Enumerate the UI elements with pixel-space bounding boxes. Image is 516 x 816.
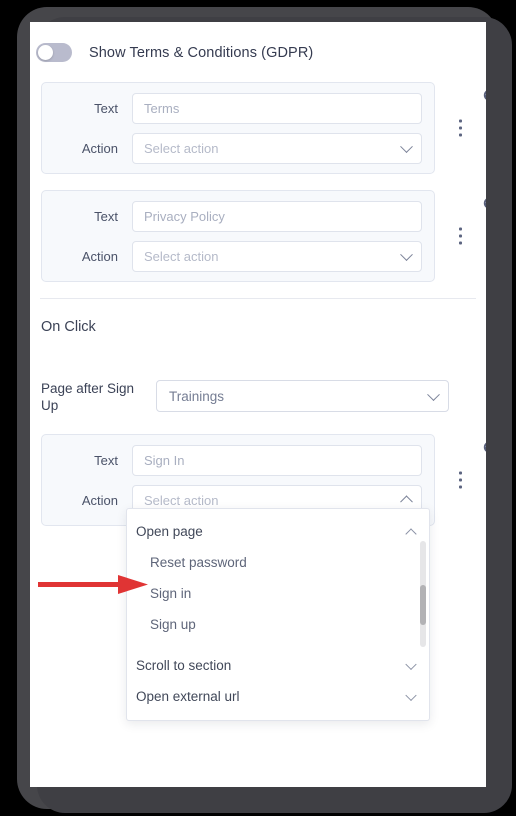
action-select[interactable]: Select action [132, 240, 422, 272]
action-select-value: Select action [144, 248, 219, 264]
screenshot-root: Show Terms & Conditions (GDPR) Text Term… [0, 0, 516, 816]
action-label: Action [81, 248, 118, 264]
dropdown-spacer [127, 640, 429, 650]
dropdown-group-scroll-to-section[interactable]: Scroll to section [127, 650, 429, 681]
dropdown-item-label: Scroll to section [136, 658, 232, 673]
card-menu-button[interactable] [453, 227, 467, 245]
on-click-title: On Click [41, 319, 96, 335]
dropdown-item-sign-in[interactable]: Sign in [127, 578, 429, 609]
action-label: Action [81, 140, 118, 156]
dropdown-item-label: Sign in [150, 586, 192, 601]
chevron-down-icon [405, 658, 417, 670]
dropdown-scrollbar-thumb[interactable] [420, 585, 426, 625]
palette-icon[interactable] [482, 439, 486, 457]
chevron-down-icon [400, 140, 413, 154]
page-after-signup-select[interactable]: Trainings [156, 380, 449, 412]
text-row: Text Privacy Policy [54, 199, 422, 233]
card-menu-button[interactable] [453, 119, 467, 137]
text-input[interactable]: Sign In [132, 444, 422, 476]
gdpr-toggle-row[interactable]: Show Terms & Conditions (GDPR) [36, 43, 313, 62]
action-select[interactable]: Select action [132, 132, 422, 164]
palette-icon[interactable] [482, 195, 486, 213]
text-input[interactable]: Terms [132, 92, 422, 124]
page-after-signup-label: Page after Sign Up [41, 381, 135, 413]
red-arrow-right-icon [38, 574, 150, 594]
dropdown-item-reset-password[interactable]: Reset password [127, 547, 429, 578]
text-label: Text [94, 452, 118, 468]
dropdown-group-open-page[interactable]: Open page [127, 516, 429, 547]
chevron-down-icon [405, 689, 417, 701]
card-menu-button[interactable] [453, 471, 467, 489]
text-label: Text [94, 100, 118, 116]
action-dropdown-menu: Open page Reset password Sign in Sign up… [126, 508, 430, 721]
dropdown-item-label: Sign up [150, 617, 196, 632]
gdpr-toggle-switch[interactable] [36, 43, 72, 62]
text-label: Text [94, 208, 118, 224]
action-select-value: Select action [144, 140, 219, 156]
chevron-down-icon [427, 388, 440, 402]
link-card-privacy-policy: Text Privacy Policy Action Select action [41, 190, 486, 282]
action-select-value: Select action [144, 492, 219, 508]
dropdown-item-sign-up[interactable]: Sign up [127, 609, 429, 640]
dropdown-item-label: Open page [136, 524, 203, 539]
action-row: Action Select action [54, 239, 422, 273]
palette-icon[interactable] [482, 87, 486, 105]
app-screen: Show Terms & Conditions (GDPR) Text Term… [30, 22, 486, 787]
dropdown-group-open-external-url[interactable]: Open external url [127, 681, 429, 712]
text-input[interactable]: Privacy Policy [132, 200, 422, 232]
gdpr-toggle-label: Show Terms & Conditions (GDPR) [89, 44, 314, 61]
dropdown-item-label: Open external url [136, 689, 240, 704]
chevron-up-icon [405, 527, 417, 540]
chevron-down-icon [400, 248, 413, 262]
action-label: Action [81, 492, 118, 508]
link-card-terms: Text Terms Action Select action [41, 82, 486, 174]
action-row: Action Select action [54, 131, 422, 165]
page-after-signup-value: Trainings [169, 388, 225, 404]
section-divider [40, 298, 476, 299]
dropdown-scrollbar[interactable] [420, 541, 426, 647]
text-row: Text Sign In [54, 443, 422, 477]
chevron-up-icon [400, 495, 413, 509]
dropdown-item-label: Reset password [150, 555, 247, 570]
text-row: Text Terms [54, 91, 422, 125]
toggle-knob [38, 45, 53, 60]
